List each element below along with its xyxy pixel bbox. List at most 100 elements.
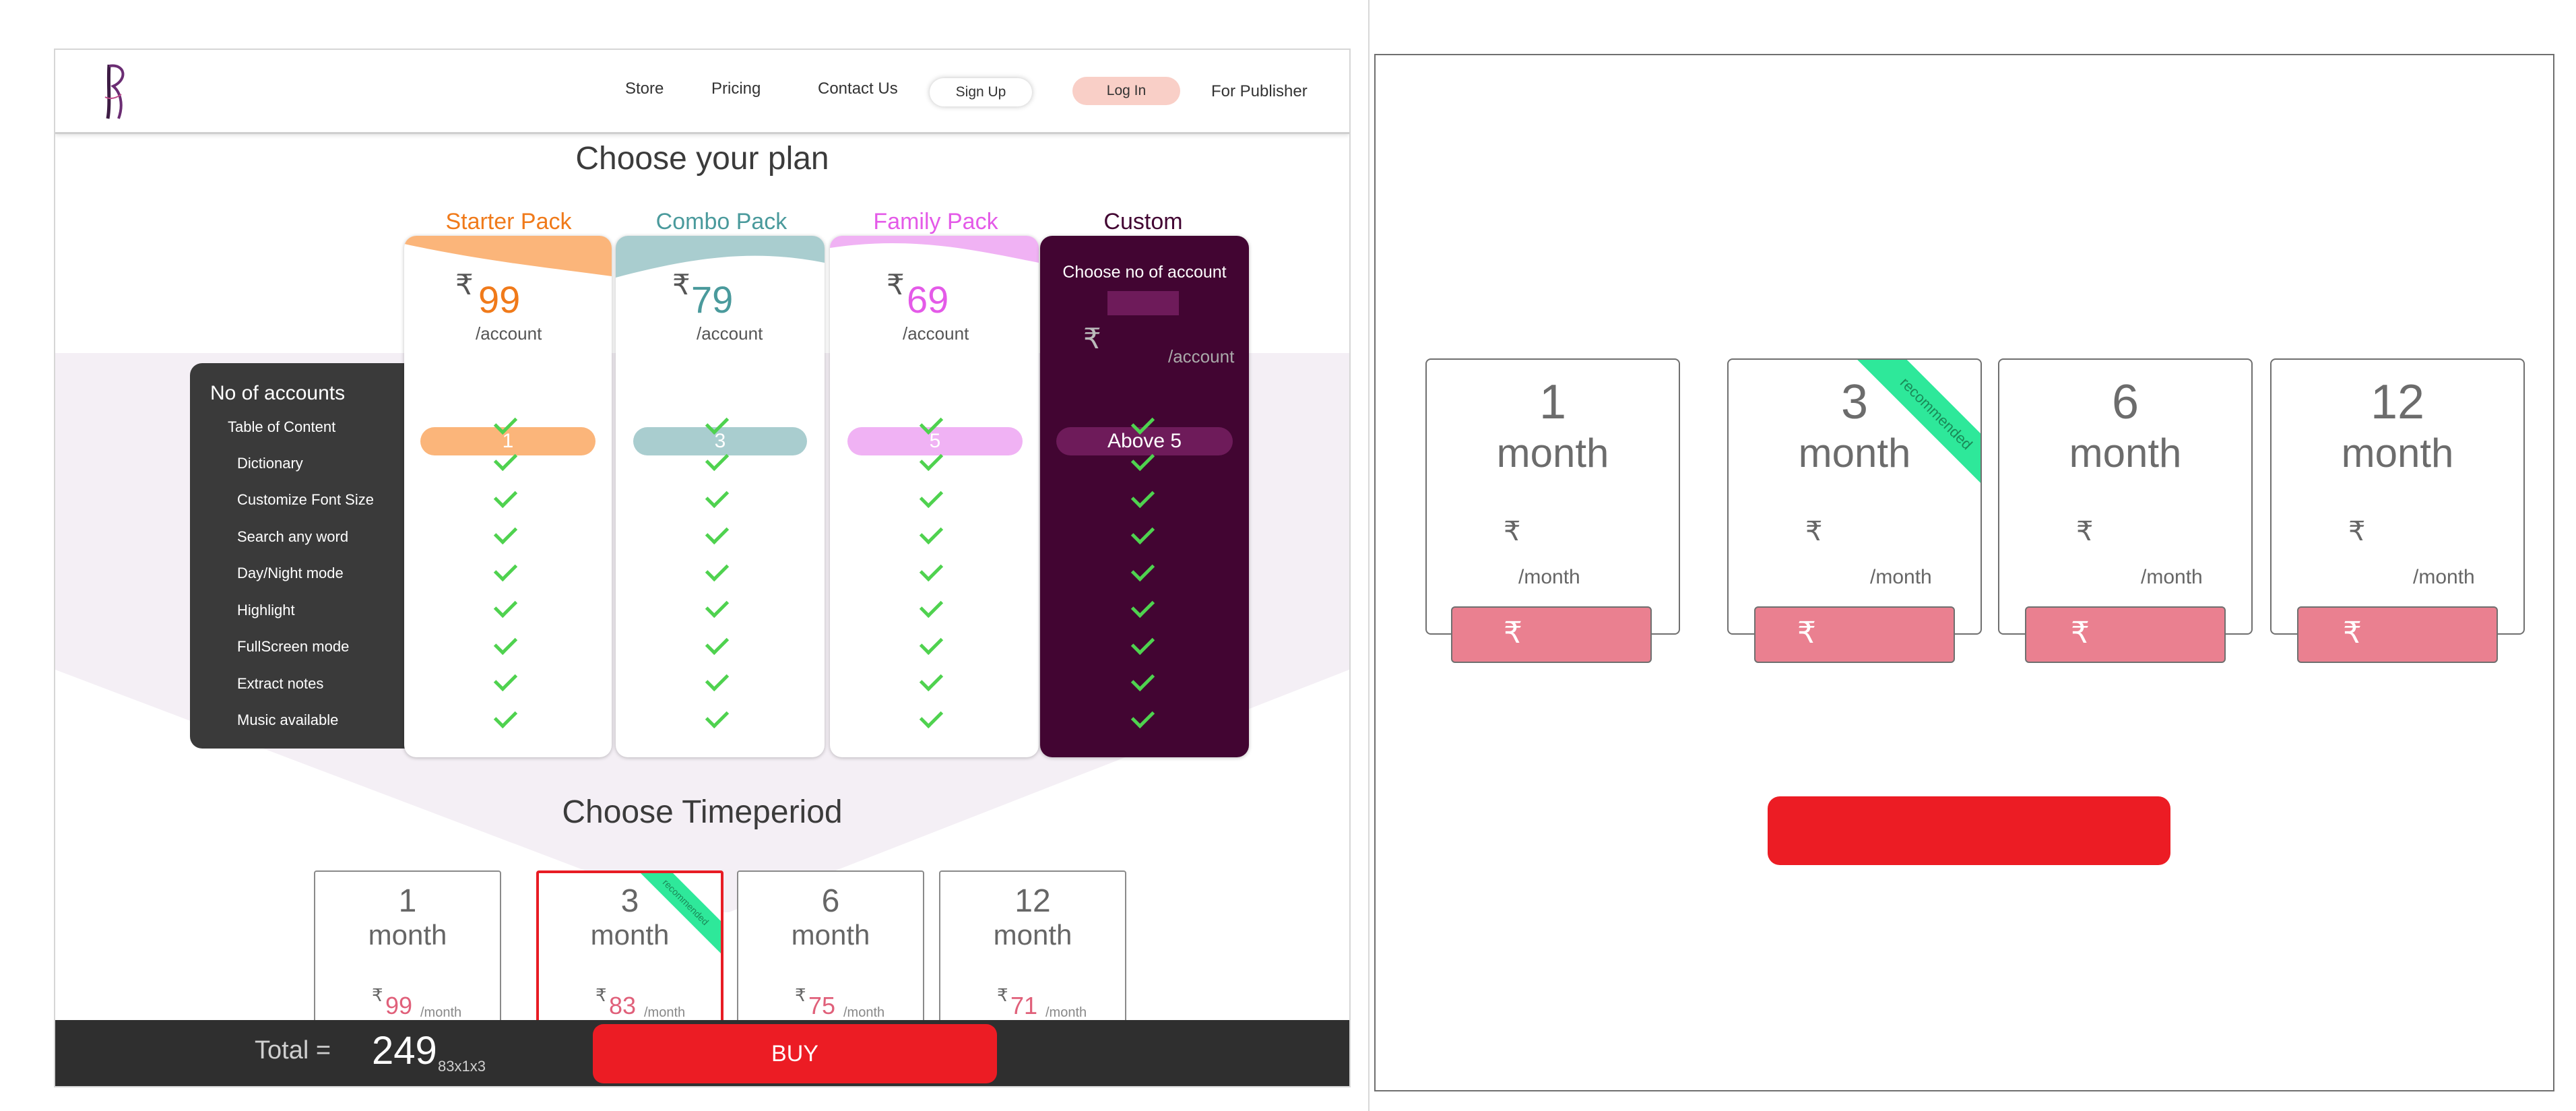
- currency-symbol: ₹: [595, 985, 607, 1005]
- plan-name-combo: Combo Pack: [655, 209, 787, 234]
- currency-symbol: ₹: [1504, 616, 1522, 649]
- timeperiod-card-12[interactable]: 12 month ₹ 71 /month: [939, 870, 1126, 1032]
- per-month-label: /month: [1870, 566, 1932, 588]
- currency-symbol: ₹: [455, 269, 474, 300]
- feature-item: Highlight: [237, 602, 295, 618]
- currency-symbol: ₹: [1805, 517, 1823, 546]
- nav-publisher[interactable]: For Publisher: [1211, 82, 1308, 101]
- months-count: 12: [2370, 375, 2425, 429]
- months-unit: month: [368, 919, 447, 951]
- account-count-input[interactable]: [1107, 291, 1179, 315]
- per-account-label: /account: [476, 323, 542, 344]
- nav-store[interactable]: Store: [625, 80, 664, 98]
- per-month-label: /month: [2413, 566, 2475, 588]
- timeperiod-wireframe: 1 month ₹ /month ₹ recommended 3 month ₹…: [1374, 54, 2554, 1091]
- timeperiod-card-1[interactable]: 1 month ₹ 99 /month: [314, 870, 501, 1032]
- months-unit: month: [2341, 431, 2454, 476]
- feature-header: No of accounts: [210, 382, 346, 404]
- months-count: 6: [2111, 375, 2139, 429]
- starter-price: 99: [478, 278, 521, 321]
- wire-card-1[interactable]: 1 month ₹ /month: [1425, 358, 1680, 635]
- total-label: Total =: [255, 1036, 331, 1065]
- month-price: 83: [609, 992, 637, 1019]
- timeperiod-card-6[interactable]: 6 month ₹ 75 /month: [737, 870, 924, 1032]
- top-nav: Store Pricing Contact Us Sign Up Log In …: [55, 50, 1349, 134]
- currency-symbol: ₹: [795, 985, 806, 1005]
- login-button[interactable]: Log In: [1072, 77, 1180, 105]
- signup-button[interactable]: Sign Up: [930, 78, 1032, 106]
- feature-list-panel: No of accounts Table of Content Dictiona…: [190, 363, 406, 749]
- buy-button[interactable]: BUY: [593, 1024, 997, 1083]
- currency-symbol: ₹: [997, 985, 1008, 1005]
- currency-symbol: ₹: [2071, 616, 2090, 649]
- combo-wave: [616, 236, 825, 278]
- timeperiod-title: Choose Timeperiod: [562, 794, 843, 830]
- months-count: 1: [1539, 375, 1567, 429]
- total-formula: 83x1x3: [438, 1058, 486, 1075]
- months-unit: month: [791, 919, 870, 951]
- feature-item: Day/Night mode: [237, 565, 344, 581]
- months-count: 12: [1015, 883, 1051, 919]
- per-month-label: /month: [1518, 566, 1580, 588]
- currency-symbol: ₹: [1083, 323, 1101, 354]
- plan-section-title: Choose your plan: [575, 141, 829, 177]
- per-account-label: /account: [697, 323, 763, 344]
- plan-name-family: Family Pack: [873, 209, 998, 234]
- combo-price: 79: [691, 278, 734, 321]
- wire-card-12[interactable]: 12 month ₹ /month: [2270, 358, 2525, 635]
- starter-wave: [404, 236, 612, 276]
- timeperiod-card-3[interactable]: recommended 3 month ₹ 83 /month: [536, 870, 723, 1032]
- wire-price-button-3[interactable]: ₹: [1754, 606, 1955, 663]
- plan-name-starter: Starter Pack: [445, 209, 572, 234]
- wire-price-button-12[interactable]: ₹: [2297, 606, 2498, 663]
- plan-name-custom: Custom: [1103, 209, 1183, 234]
- total-bar: Total = 249 83x1x3 BUY: [55, 1020, 1349, 1086]
- months-count: 1: [398, 883, 417, 919]
- feature-item: Extract notes: [237, 675, 324, 692]
- wire-card-3[interactable]: recommended 3 month ₹ /month: [1727, 358, 1982, 635]
- feature-item: Dictionary: [237, 455, 303, 472]
- custom-prompt: Choose no of account: [1062, 263, 1227, 282]
- feature-item: Table of Content: [228, 418, 336, 435]
- months-count: 6: [821, 883, 840, 919]
- nav-pricing[interactable]: Pricing: [711, 80, 761, 98]
- currency-symbol: ₹: [1797, 616, 1816, 649]
- per-account-label: /account: [903, 323, 969, 344]
- wire-card-6[interactable]: 6 month ₹ /month: [1998, 358, 2253, 635]
- currency-symbol: ₹: [887, 269, 905, 300]
- per-month-label: /month: [843, 1005, 885, 1020]
- currency-symbol: ₹: [372, 985, 383, 1005]
- months-unit: month: [993, 919, 1072, 951]
- months-unit: month: [1496, 431, 1609, 476]
- feature-item: Customize Font Size: [237, 491, 374, 508]
- family-wave: [830, 236, 1039, 263]
- per-month-label: /month: [644, 1005, 686, 1020]
- per-month-label: /month: [1045, 1005, 1087, 1020]
- total-value: 249: [372, 1029, 437, 1073]
- currency-symbol: ₹: [2076, 517, 2094, 546]
- nav-contact[interactable]: Contact Us: [818, 80, 898, 98]
- month-price: 71: [1010, 992, 1038, 1019]
- month-price: 99: [385, 992, 413, 1019]
- wire-price-button-1[interactable]: ₹: [1451, 606, 1652, 663]
- logo[interactable]: [96, 57, 136, 124]
- currency-symbol: ₹: [1504, 517, 1521, 546]
- currency-symbol: ₹: [2343, 616, 2362, 649]
- currency-symbol: ₹: [2348, 517, 2366, 546]
- wire-buy-button[interactable]: [1768, 796, 2170, 865]
- months-unit: month: [2069, 431, 2182, 476]
- feature-item: Search any word: [237, 528, 349, 545]
- plan-page-mockup: Store Pricing Contact Us Sign Up Log In …: [0, 0, 1370, 1111]
- months-count: 3: [1840, 375, 1869, 429]
- browser-page: Store Pricing Contact Us Sign Up Log In …: [54, 49, 1351, 1087]
- months-count: 3: [620, 883, 639, 919]
- feature-item: FullScreen mode: [237, 638, 350, 655]
- months-unit: month: [590, 919, 670, 951]
- wire-price-button-6[interactable]: ₹: [2025, 606, 2226, 663]
- per-account-label: /account: [1168, 346, 1235, 367]
- months-unit: month: [1798, 431, 1911, 476]
- feature-item: Music available: [237, 711, 339, 728]
- currency-symbol: ₹: [672, 269, 690, 300]
- family-price: 69: [907, 278, 949, 321]
- per-month-label: /month: [2141, 566, 2203, 588]
